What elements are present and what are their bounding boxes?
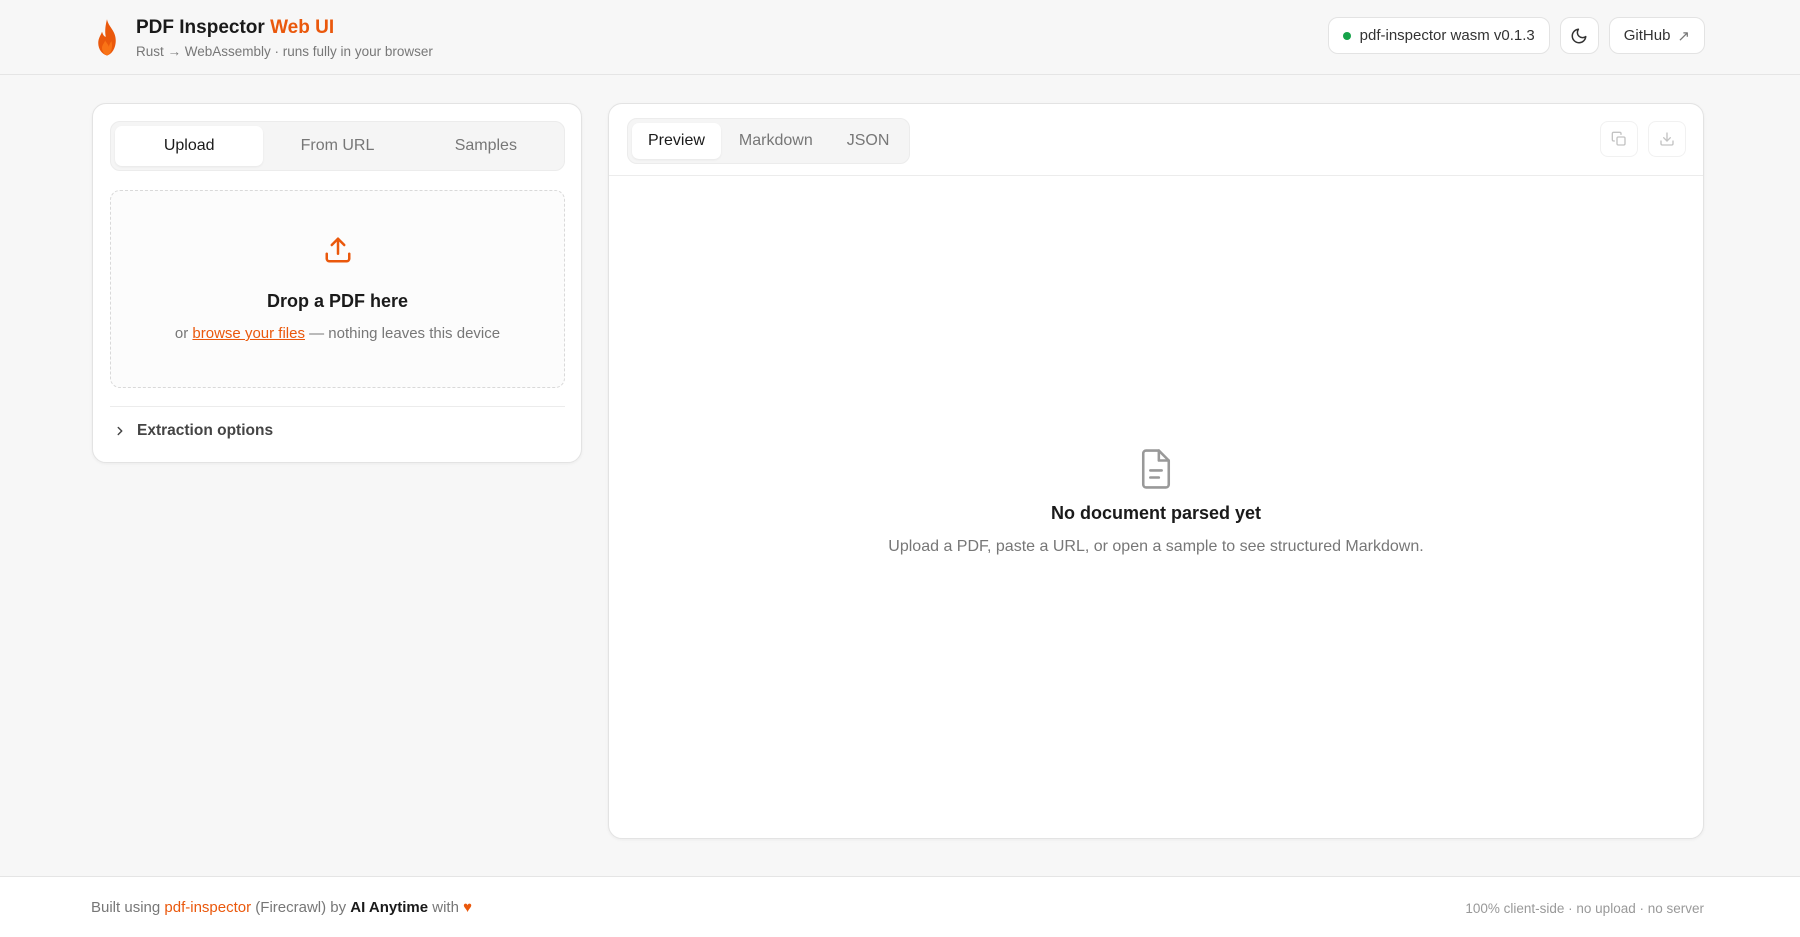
- version-text: pdf-inspector wasm v0.1.3: [1359, 27, 1535, 44]
- app-header: PDF Inspector Web UI Rust → WebAssembly …: [0, 0, 1800, 75]
- footer-credits: Built using pdf-inspector (Firecrawl) by…: [91, 899, 472, 916]
- footer-privacy-note: 100% client-side · no upload · no server: [1465, 901, 1704, 916]
- tab-markdown[interactable]: Markdown: [723, 123, 829, 159]
- dropzone-prefix: or: [174, 325, 189, 342]
- output-divider: [609, 175, 1703, 176]
- moon-icon: [1571, 28, 1587, 43]
- copy-icon: [1611, 131, 1626, 146]
- brand: PDF Inspector Web UI Rust → WebAssembly …: [92, 16, 433, 59]
- github-button[interactable]: GitHub ↗: [1608, 17, 1705, 54]
- dropzone-title: Drop a PDF here: [266, 291, 409, 311]
- tab-preview[interactable]: Preview: [632, 123, 721, 159]
- download-button[interactable]: [1648, 121, 1686, 157]
- status-dot-icon: [1342, 31, 1351, 40]
- github-label: GitHub: [1623, 27, 1671, 44]
- tab-samples[interactable]: Samples: [412, 126, 560, 166]
- extraction-options-toggle[interactable]: Extraction options: [113, 422, 273, 440]
- flame-icon: [98, 19, 116, 56]
- app-title: PDF Inspector Web UI: [136, 16, 433, 40]
- output-panel: Preview Markdown JSON No document parsed…: [608, 103, 1704, 839]
- app-title-main: PDF Inspector: [136, 17, 265, 38]
- theme-toggle-button[interactable]: [1559, 17, 1599, 54]
- empty-state-title: No document parsed yet: [1050, 503, 1262, 523]
- dropzone-subtitle: or browse your files — nothing leaves th…: [111, 325, 564, 342]
- source-panel: Upload From URL Samples Drop a PDF here …: [92, 103, 582, 463]
- copy-button[interactable]: [1600, 121, 1638, 157]
- panel-divider: [110, 406, 565, 407]
- header-actions: pdf-inspector wasm v0.1.3 GitHub ↗: [1327, 17, 1705, 54]
- footer-built-using: Built using: [91, 899, 161, 916]
- footer-firecrawl: (Firecrawl) by: [255, 899, 347, 916]
- dropzone-suffix: — nothing leaves this device: [309, 325, 501, 342]
- pdf-inspector-link[interactable]: pdf-inspector: [164, 899, 251, 916]
- pdf-dropzone[interactable]: Drop a PDF here or browse your files — n…: [110, 190, 565, 388]
- app-footer: Built using pdf-inspector (Firecrawl) by…: [0, 876, 1800, 937]
- app-subtitle: Rust → WebAssembly · runs fully in your …: [136, 44, 433, 59]
- app-title-accent: Web UI: [270, 17, 335, 38]
- document-icon: [1141, 449, 1171, 489]
- tab-from-url[interactable]: From URL: [263, 126, 411, 166]
- version-badge: pdf-inspector wasm v0.1.3: [1327, 17, 1550, 54]
- upload-icon: [325, 237, 351, 263]
- extraction-options-label: Extraction options: [137, 422, 274, 439]
- chevron-right-icon: [117, 426, 123, 436]
- browse-files-link[interactable]: browse your files: [192, 325, 305, 342]
- empty-state-subtitle: Upload a PDF, paste a URL, or open a sam…: [888, 538, 1424, 555]
- output-toolbar: [1600, 121, 1686, 157]
- tab-upload[interactable]: Upload: [115, 126, 264, 166]
- external-arrow-icon: ↗: [1677, 27, 1690, 45]
- empty-state: No document parsed yet Upload a PDF, pas…: [609, 449, 1703, 556]
- source-tabs: Upload From URL Samples: [110, 121, 565, 171]
- view-tabs: Preview Markdown JSON: [627, 118, 911, 164]
- tab-json[interactable]: JSON: [831, 123, 906, 159]
- footer-author: AI Anytime: [350, 899, 429, 916]
- footer-with: with: [432, 899, 459, 916]
- download-icon: [1660, 132, 1674, 146]
- heart-icon: ♥: [463, 899, 473, 916]
